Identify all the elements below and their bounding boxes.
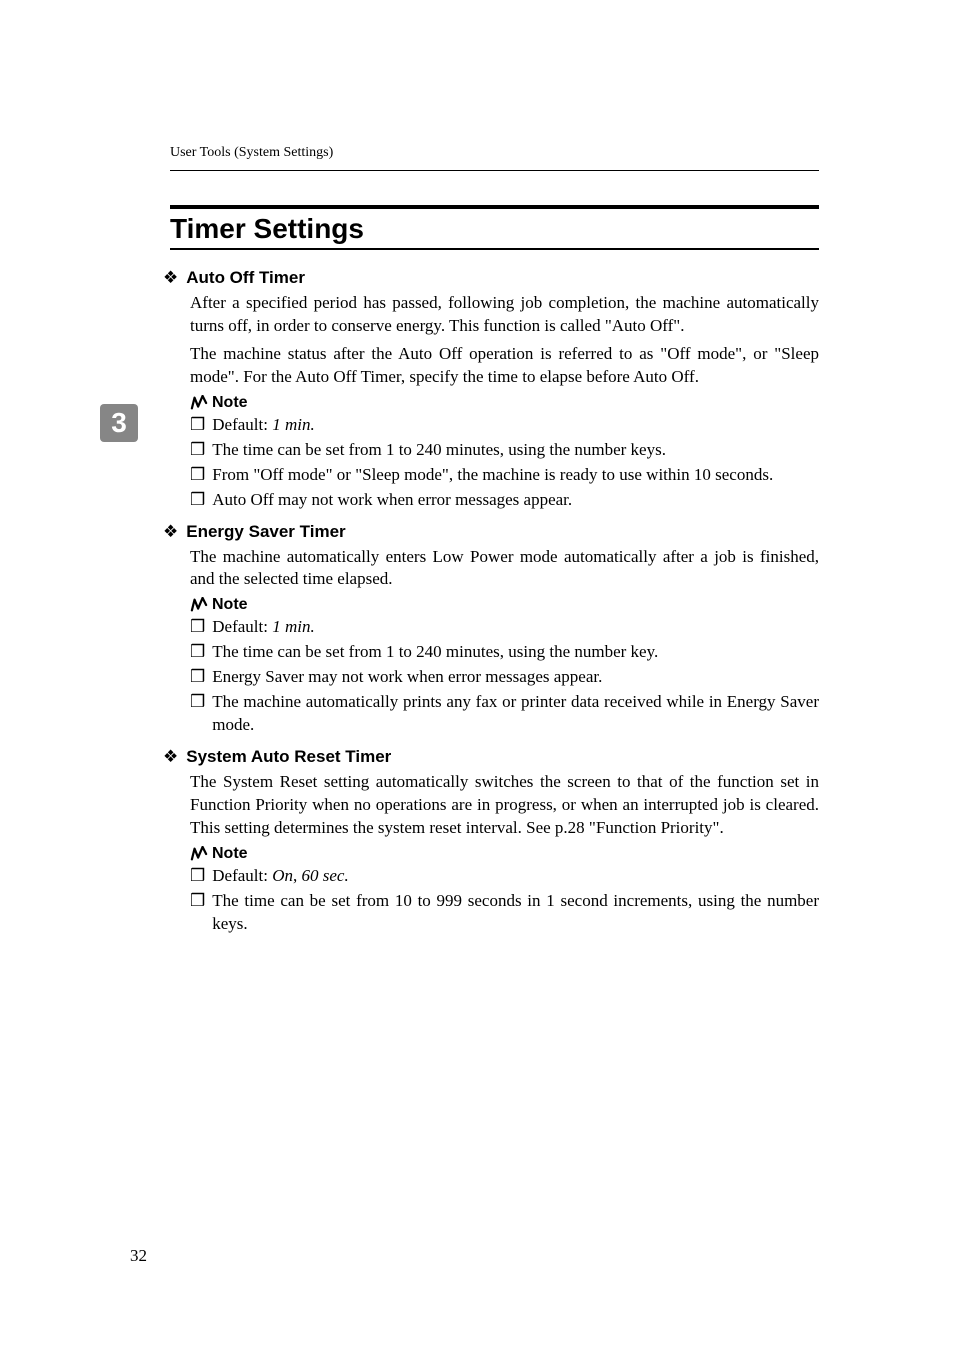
header-underline (170, 170, 819, 171)
bullet-icon: ❒ (190, 865, 205, 888)
note-heading: Note (190, 845, 819, 863)
list-item: ❒Default: 1 min. (190, 616, 819, 639)
diamond-icon: ❖ (163, 268, 178, 288)
list-item: ❒The time can be set from 10 to 999 seco… (190, 890, 819, 936)
list-item: ❒From "Off mode" or "Sleep mode", the ma… (190, 464, 819, 487)
note-heading: Note (190, 596, 819, 614)
item-auto-off-timer: ❖ Auto Off Timer After a specified perio… (170, 268, 819, 512)
list-item: ❒Default: 1 min. (190, 414, 819, 437)
bullet-icon: ❒ (190, 641, 205, 664)
note-list: ❒Default: 1 min. ❒The time can be set fr… (190, 616, 819, 737)
bullet-icon: ❒ (190, 489, 205, 512)
item-energy-saver-timer: ❖ Energy Saver Timer The machine automat… (170, 522, 819, 738)
list-item: ❒Default: On, 60 sec. (190, 865, 819, 888)
note-heading: Note (190, 394, 819, 412)
note-list: ❒Default: 1 min. ❒The time can be set fr… (190, 414, 819, 512)
item-desc: The machine status after the Auto Off op… (190, 343, 819, 389)
bullet-icon: ❒ (190, 890, 205, 913)
list-item: ❒The time can be set from 1 to 240 minut… (190, 641, 819, 664)
list-item: ❒The time can be set from 1 to 240 minut… (190, 439, 819, 462)
item-system-auto-reset-timer: ❖ System Auto Reset Timer The System Res… (170, 747, 819, 936)
bullet-icon: ❒ (190, 616, 205, 639)
bullet-icon: ❒ (190, 414, 205, 437)
item-title: Energy Saver Timer (186, 522, 345, 542)
note-icon (190, 846, 208, 862)
diamond-icon: ❖ (163, 522, 178, 542)
item-desc: The System Reset setting automatically s… (190, 771, 819, 840)
bullet-icon: ❒ (190, 666, 205, 689)
item-title: System Auto Reset Timer (186, 747, 391, 767)
bullet-icon: ❒ (190, 439, 205, 462)
item-desc: After a specified period has passed, fol… (190, 292, 819, 338)
note-label: Note (212, 394, 248, 412)
item-title: Auto Off Timer (186, 268, 305, 288)
note-label: Note (212, 596, 248, 614)
note-list: ❒Default: On, 60 sec. ❒The time can be s… (190, 865, 819, 936)
list-item: ❒The machine automatically prints any fa… (190, 691, 819, 737)
page-number: 32 (130, 1246, 147, 1266)
list-item: ❒Auto Off may not work when error messag… (190, 489, 819, 512)
note-icon (190, 395, 208, 411)
item-desc: The machine automatically enters Low Pow… (190, 546, 819, 592)
list-item: ❒Energy Saver may not work when error me… (190, 666, 819, 689)
bullet-icon: ❒ (190, 464, 205, 487)
diamond-icon: ❖ (163, 747, 178, 767)
note-icon (190, 597, 208, 613)
bullet-icon: ❒ (190, 691, 205, 714)
running-header: User Tools (System Settings) (170, 145, 333, 161)
chapter-badge: 3 (100, 404, 138, 442)
section-title: Timer Settings (170, 205, 819, 250)
content-area: Timer Settings ❖ Auto Off Timer After a … (170, 205, 819, 936)
note-label: Note (212, 845, 248, 863)
